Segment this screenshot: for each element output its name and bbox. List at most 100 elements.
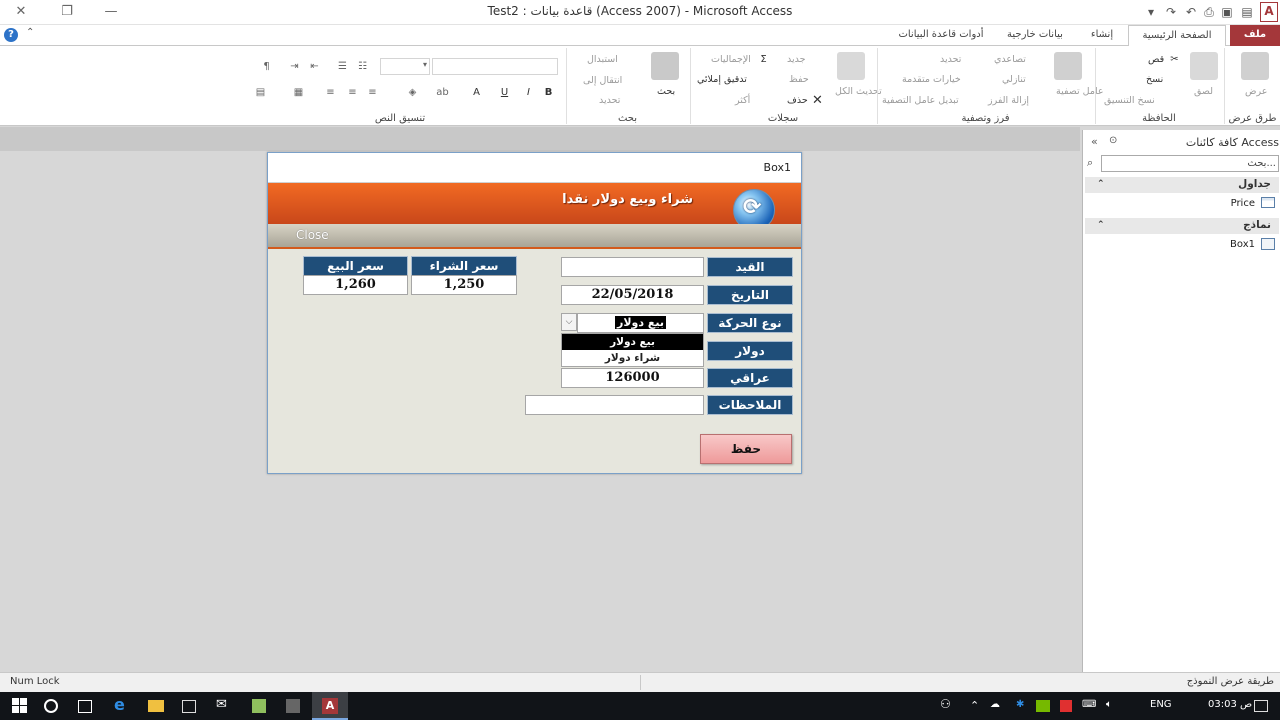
nav-pane-header[interactable]: « ⊙ كافة كائنات Access [1083, 132, 1280, 152]
replace-button[interactable]: استبدال [587, 54, 618, 65]
task-view-icon[interactable] [78, 700, 92, 713]
app-gray-icon[interactable] [286, 699, 300, 713]
bold-icon[interactable]: B [542, 87, 555, 98]
tray-expand-icon[interactable]: ⌃ [970, 699, 979, 712]
fill-color-icon[interactable]: ◈ [406, 87, 419, 98]
bluetooth-icon[interactable]: ✱ [1016, 699, 1024, 710]
chevron-down-icon[interactable]: ⌵ [561, 313, 577, 331]
redo-icon[interactable]: ↷ [1162, 3, 1180, 21]
remove-sort-button[interactable]: إزالة الفرز [988, 95, 1029, 106]
toggle-filter-button[interactable]: تبديل عامل التصفية [882, 95, 959, 106]
nav-item-price[interactable]: Price [1085, 195, 1279, 213]
tab-home[interactable]: الصفحة الرئيسية [1128, 25, 1226, 47]
date-field[interactable]: 22/05/2018 [561, 285, 704, 305]
italic-icon[interactable]: I [522, 87, 535, 98]
access-icon[interactable]: ▤ [1238, 3, 1256, 21]
paste-button[interactable]: لصق [1194, 86, 1213, 97]
nav-section-tables[interactable]: ⌃ جداول [1085, 177, 1279, 193]
indent-icon[interactable]: ⇥ [288, 61, 301, 72]
save-button[interactable]: حفظ [700, 434, 792, 464]
nav-search-input[interactable]: بحث... [1101, 155, 1279, 172]
align-center-icon[interactable]: ≡ [346, 87, 359, 98]
alt-row-color-icon[interactable]: ▤ [254, 87, 267, 98]
tab-database-tools[interactable]: أدوات قاعدة البيانات [893, 25, 989, 46]
notes-field[interactable] [525, 395, 704, 415]
copy-button[interactable]: نسخ [1146, 74, 1163, 85]
notifications-icon[interactable] [1254, 700, 1268, 712]
search-circle-icon[interactable] [44, 699, 58, 713]
undo-icon[interactable]: ↶ [1182, 3, 1200, 21]
form-tab-title[interactable]: Box1 [764, 161, 791, 174]
numbering-icon[interactable]: ☷ [356, 61, 369, 72]
rtl-icon[interactable]: ¶ [260, 61, 273, 72]
find-binoculars-icon[interactable] [651, 52, 679, 80]
onedrive-icon[interactable]: ☁ [990, 699, 1000, 710]
people-icon[interactable]: ⚇ [940, 697, 951, 711]
delete-record-button[interactable]: حذف [787, 95, 808, 106]
collapse-ribbon-icon[interactable]: ⌃ [26, 27, 34, 38]
customize-qat-icon[interactable]: ▾ [1142, 3, 1160, 21]
tab-create[interactable]: إنشاء [1080, 25, 1124, 46]
type-option-sell[interactable]: بيع دولار [562, 334, 703, 350]
font-color-icon[interactable]: A [470, 87, 483, 98]
align-right-icon[interactable]: ≡ [366, 87, 379, 98]
iraqi-field[interactable]: 126000 [561, 368, 704, 388]
view-button[interactable]: عرض [1245, 86, 1267, 97]
more-button[interactable]: أكثر [735, 95, 750, 106]
print-icon[interactable]: ⎙ [1200, 3, 1218, 21]
font-name-box[interactable] [432, 58, 558, 75]
select-button[interactable]: تحديد [599, 95, 620, 106]
paste-icon[interactable] [1190, 52, 1218, 80]
mail-icon[interactable]: ✉ [216, 697, 232, 713]
format-painter-button[interactable]: نسخ التنسيق [1104, 95, 1155, 106]
nav-menu-dropdown-icon[interactable]: ⊙ [1109, 135, 1117, 146]
type-combo[interactable]: بيع دولار [577, 313, 704, 333]
bullets-icon[interactable]: ☰ [336, 61, 349, 72]
app-green-icon[interactable] [252, 699, 266, 713]
selection-button[interactable]: تحديد [940, 54, 961, 65]
type-option-buy[interactable]: شراء دولار [562, 350, 703, 366]
nav-section-forms[interactable]: ⌃ نماذج [1085, 218, 1279, 234]
totals-button[interactable]: الإجماليات [711, 54, 751, 65]
file-explorer-icon[interactable] [148, 700, 164, 712]
descending-button[interactable]: تنازلي [1002, 74, 1026, 85]
edge-icon[interactable]: e [114, 695, 130, 714]
close-form-button[interactable]: Close [296, 228, 329, 242]
advanced-button[interactable]: خيارات متقدمة [902, 74, 961, 85]
nvidia-icon[interactable] [1036, 700, 1050, 712]
volume-icon[interactable]: 🔈︎ [1106, 699, 1112, 710]
save-record-button[interactable]: حفظ [789, 74, 809, 85]
shutter-bar-icon[interactable]: « [1091, 135, 1098, 148]
buy-price-field[interactable]: 1,250 [411, 275, 517, 295]
gridlines-icon[interactable]: ▦ [292, 87, 305, 98]
underline-icon[interactable]: U [498, 87, 511, 98]
align-left-icon[interactable]: ≡ [324, 87, 337, 98]
save-icon[interactable]: ▣ [1218, 3, 1236, 21]
highlight-icon[interactable]: ab [436, 87, 449, 98]
store-icon[interactable] [182, 700, 196, 713]
type-dropdown-list[interactable]: بيع دولار شراء دولار [561, 333, 704, 367]
find-button[interactable]: بحث [657, 86, 675, 97]
nav-item-box1[interactable]: Box1 [1085, 236, 1279, 254]
spelling-button[interactable]: تدقيق إملائي [697, 74, 747, 85]
view-icon[interactable] [1241, 52, 1269, 80]
windows-start-icon[interactable] [12, 698, 28, 714]
outdent-icon[interactable]: ⇤ [308, 61, 321, 72]
font-size-box[interactable]: ▾ [380, 58, 430, 75]
filter-icon[interactable] [1054, 52, 1082, 80]
network-icon[interactable]: ⌨ [1082, 699, 1096, 710]
language-indicator[interactable]: ENG [1150, 699, 1172, 710]
tab-file[interactable]: ملف [1230, 25, 1280, 46]
taskbar-access-active[interactable]: A [312, 692, 348, 720]
ascending-button[interactable]: تصاعدي [994, 54, 1026, 65]
sell-price-field[interactable]: 1,260 [303, 275, 408, 295]
tab-external-data[interactable]: بيانات خارجية [999, 25, 1071, 46]
entry-field[interactable] [561, 257, 704, 277]
goto-button[interactable]: انتقال إلى [583, 75, 622, 86]
new-record-button[interactable]: جديد [787, 54, 806, 65]
security-icon[interactable] [1060, 700, 1072, 712]
clock[interactable]: 03:03 ص [1208, 699, 1252, 710]
help-icon[interactable]: ? [4, 28, 18, 42]
refresh-all-icon[interactable] [837, 52, 865, 80]
refresh-all-button[interactable]: تحديث الكل [835, 86, 882, 97]
